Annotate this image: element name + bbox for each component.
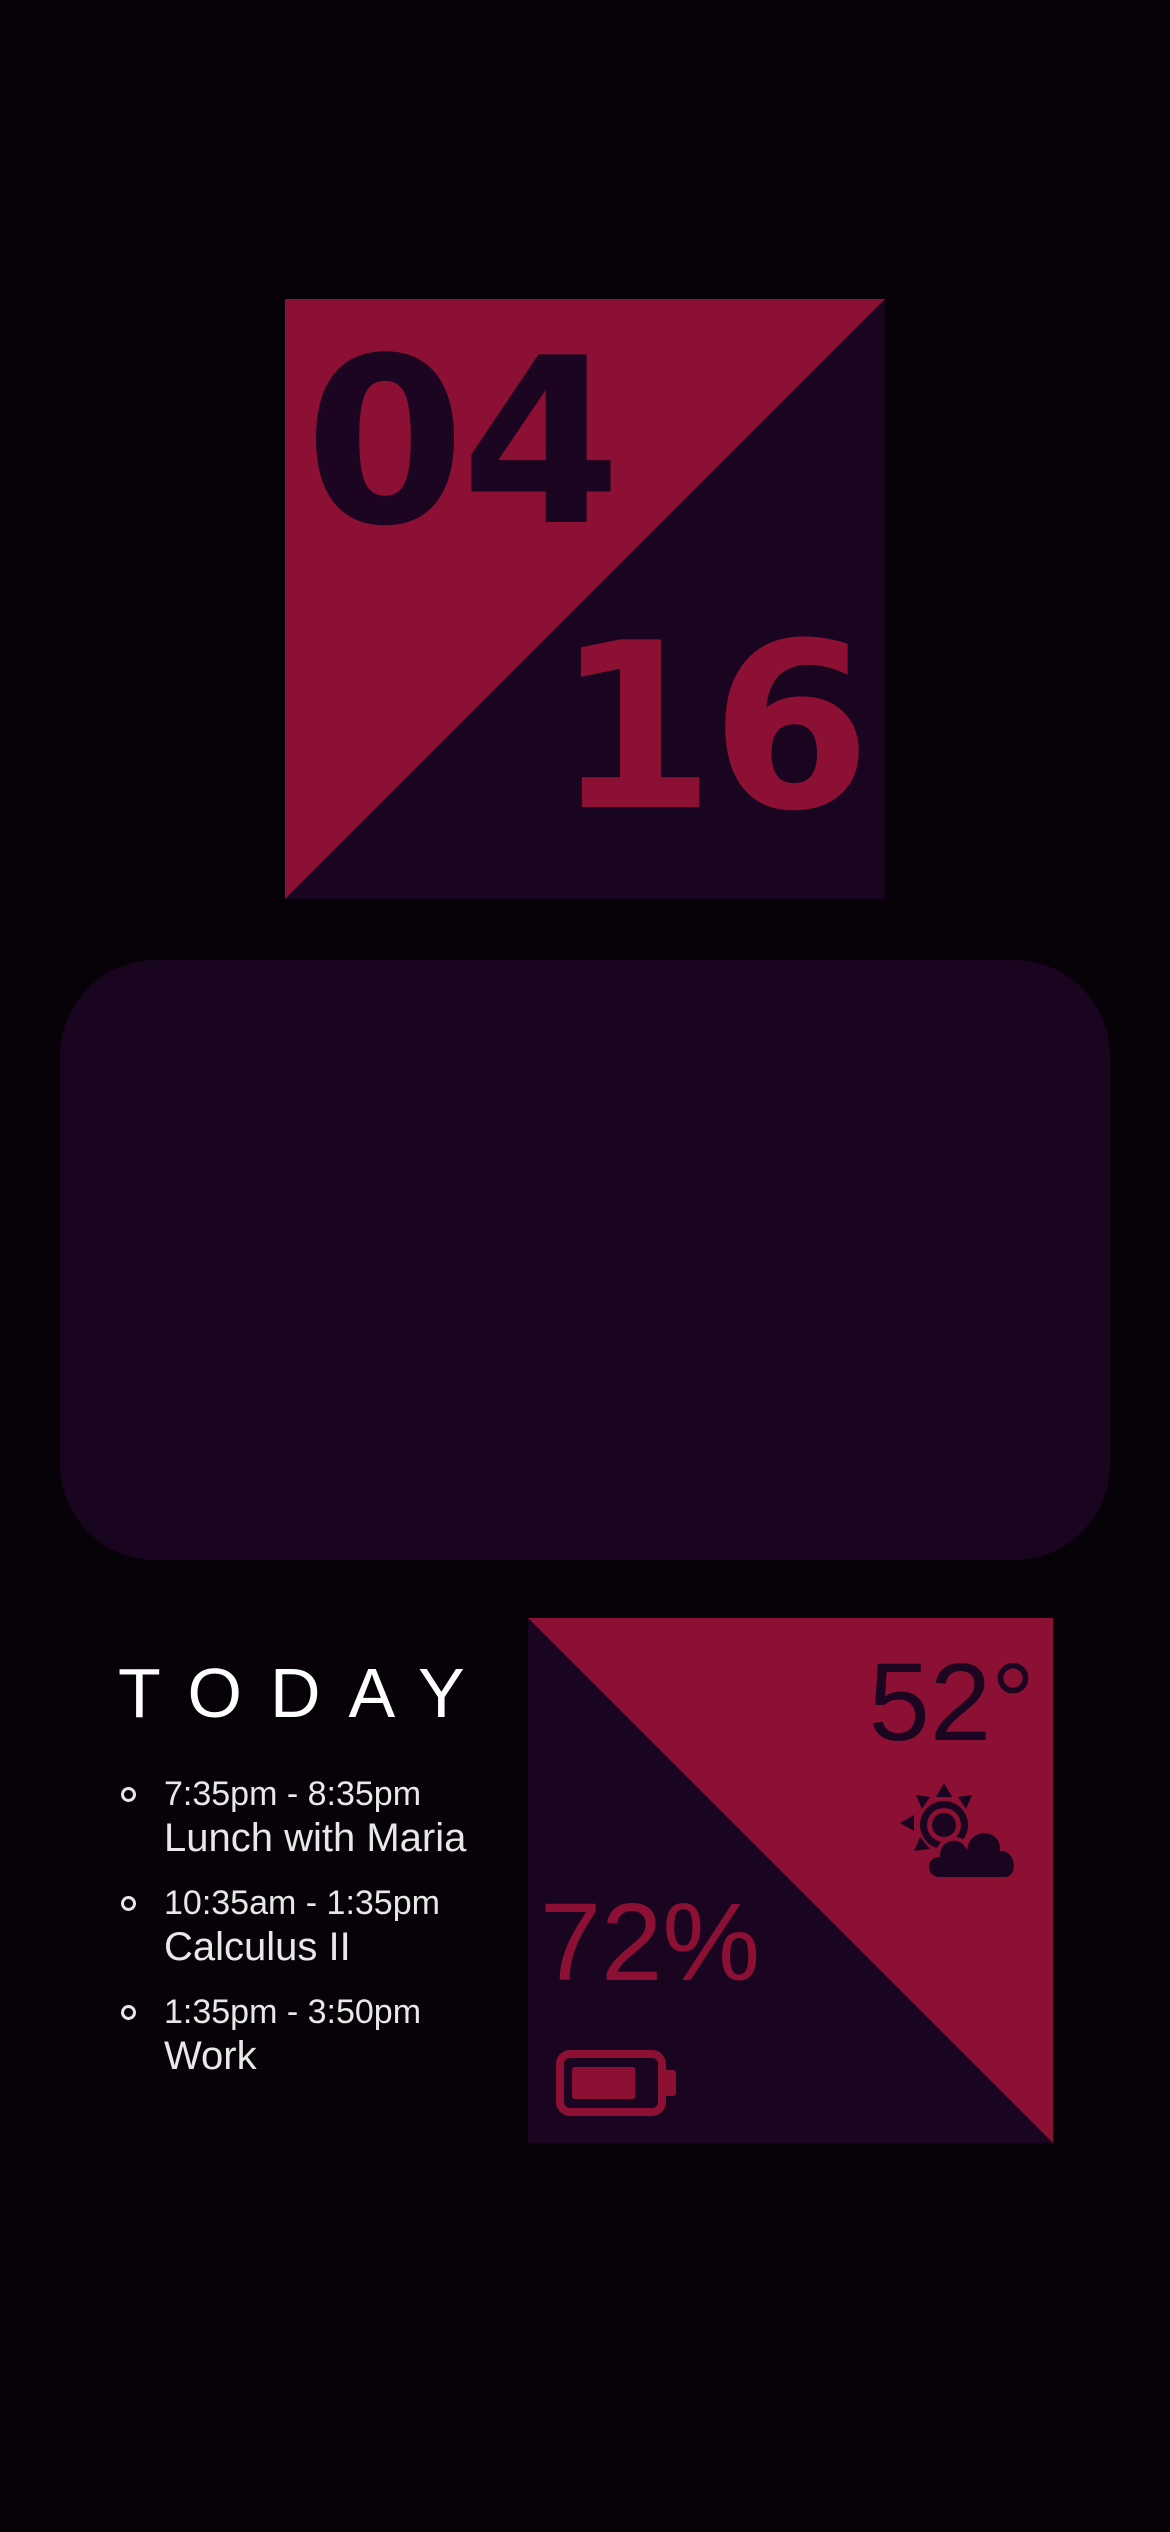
bullet-icon xyxy=(121,2005,136,2020)
event-name: Calculus II xyxy=(164,1925,351,1969)
date-widget[interactable]: 04 16 xyxy=(285,299,885,899)
agenda-list: 7:35pm - 8:35pm Lunch with Maria 10:35am… xyxy=(118,1774,466,2101)
list-item[interactable]: 10:35am - 1:35pm Calculus II xyxy=(118,1883,466,1971)
event-time: 7:35pm - 8:35pm xyxy=(164,1775,422,1813)
event-time: 1:35pm - 3:50pm xyxy=(164,1993,422,2031)
bullet-icon xyxy=(121,1787,136,1802)
agenda-widget[interactable]: TODAY 7:35pm - 8:35pm Lunch with Maria 1… xyxy=(118,1640,518,2078)
date-month: 04 xyxy=(305,310,621,577)
list-item[interactable]: 7:35pm - 8:35pm Lunch with Maria xyxy=(118,1774,466,1862)
event-time: 10:35am - 1:35pm xyxy=(164,1884,440,1922)
bullet-icon xyxy=(121,1896,136,1911)
partly-cloudy-icon xyxy=(900,1783,1018,1881)
battery-icon xyxy=(556,2050,676,2116)
event-name: Work xyxy=(164,2034,257,2078)
battery-fill xyxy=(572,2067,636,2099)
list-item[interactable]: 1:35pm - 3:50pm Work xyxy=(118,1992,466,2080)
temperature: 52° xyxy=(868,1641,1035,1764)
date-day: 16 xyxy=(554,595,871,862)
battery-percentage: 72% xyxy=(540,1881,761,2004)
widget-panel[interactable] xyxy=(60,960,1110,1560)
event-name: Lunch with Maria xyxy=(164,1816,467,1860)
agenda-title: TODAY xyxy=(118,1654,493,1732)
status-widget[interactable]: 52° 72% xyxy=(528,1618,1053,2143)
